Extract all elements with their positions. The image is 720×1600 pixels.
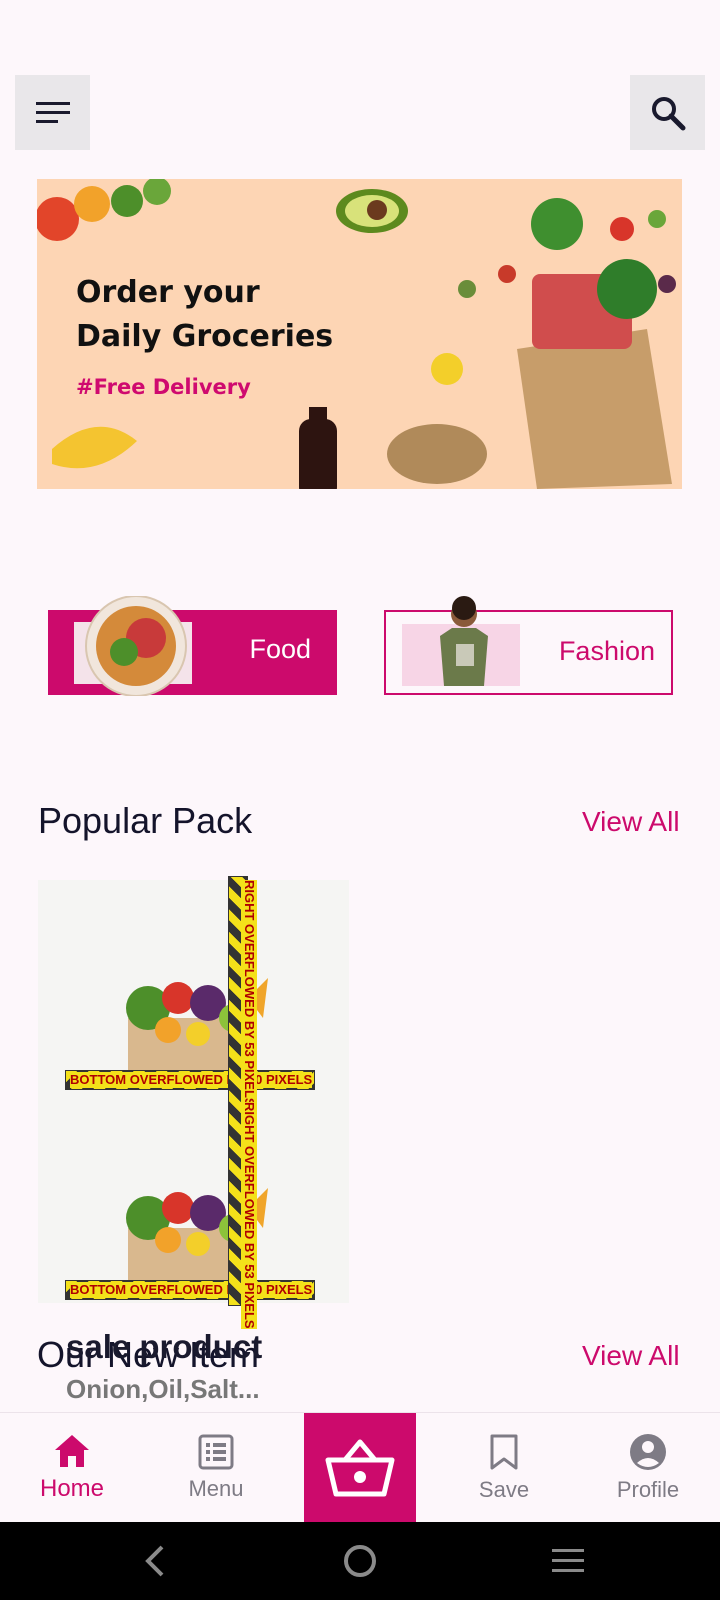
status-bar [0, 0, 720, 60]
category-fashion-button[interactable]: Fashion [384, 596, 673, 695]
nav-menu[interactable]: Menu [144, 1413, 288, 1523]
nav-save[interactable]: Save [432, 1413, 576, 1523]
account-circle-icon [630, 1434, 666, 1470]
banner-title: Order your Daily Groceries [76, 275, 334, 354]
food-plate-image [85, 596, 187, 696]
popular-view-all-link[interactable]: View All [582, 806, 680, 838]
menu-button[interactable] [15, 75, 90, 150]
bottom-navigation: Home Menu Save Profile [0, 1412, 720, 1523]
nav-home-label: Home [39, 1475, 105, 1502]
product-description: Onion,Oil,Salt... [66, 1374, 260, 1404]
recents-icon[interactable] [550, 1546, 586, 1576]
search-button[interactable] [630, 75, 705, 150]
tshirt-model-image [440, 596, 488, 686]
hamburger-icon [35, 101, 70, 123]
nav-profile[interactable]: Profile [576, 1413, 720, 1523]
nav-profile-label: Profile [616, 1477, 680, 1502]
category-food-label: Food [249, 634, 311, 664]
overflow-message-bottom: BOTTOM OVERFLOWED BY 10 PIXELS [70, 1282, 313, 1298]
nav-cart-button[interactable] [304, 1413, 416, 1523]
list-icon [198, 1434, 234, 1470]
search-icon [651, 96, 685, 130]
banner-tagline: #Free Delivery [76, 375, 251, 399]
product-card[interactable]: BOTTOM OVERFLOWED BY 10 PIXELS BOTTOM OV… [38, 876, 349, 1329]
system-navigation-bar [0, 1522, 720, 1600]
overflow-message-bottom: BOTTOM OVERFLOWED BY 10 PIXELS [70, 1072, 313, 1088]
bookmark-icon [490, 1434, 518, 1470]
back-icon[interactable] [140, 1544, 170, 1578]
new-item-view-all-link[interactable]: View All [582, 1340, 680, 1372]
popular-pack-title: Popular Pack [38, 800, 253, 841]
promo-banner[interactable]: Order your Daily Groceries #Free Deliver… [37, 179, 682, 489]
category-fashion-label: Fashion [558, 636, 655, 666]
overflow-message-right: RIGHT OVERFLOWED BY 53 PIXELS [241, 880, 257, 1107]
basket-icon [325, 1439, 395, 1497]
fashion-thumbnail [402, 596, 520, 686]
home-circle-icon[interactable] [342, 1543, 378, 1579]
food-thumbnail [74, 596, 192, 696]
product-name: sale product [66, 1328, 263, 1365]
nav-home[interactable]: Home [0, 1413, 144, 1523]
category-food-button[interactable]: Food [48, 596, 337, 696]
nav-save-label: Save [478, 1477, 530, 1502]
nav-menu-label: Menu [188, 1476, 244, 1501]
overflow-message-right: RIGHT OVERFLOWED BY 53 PIXELS [241, 1102, 257, 1329]
home-icon [55, 1435, 89, 1467]
